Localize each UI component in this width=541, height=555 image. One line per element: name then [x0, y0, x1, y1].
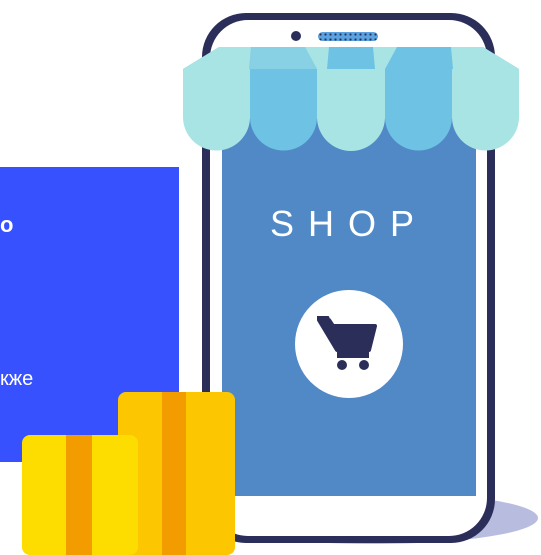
- shopping-cart-icon: [317, 316, 377, 370]
- speaker-grille: [318, 32, 378, 41]
- camera-icon: [291, 31, 301, 41]
- gift-box-front: [22, 435, 138, 555]
- promo-text-fragment: кже: [0, 368, 34, 390]
- shop-awning: [183, 47, 519, 151]
- promo-heading-fragment: о: [0, 212, 14, 237]
- shop-title: SHOP: [269, 203, 429, 244]
- cart-button[interactable]: [295, 290, 403, 398]
